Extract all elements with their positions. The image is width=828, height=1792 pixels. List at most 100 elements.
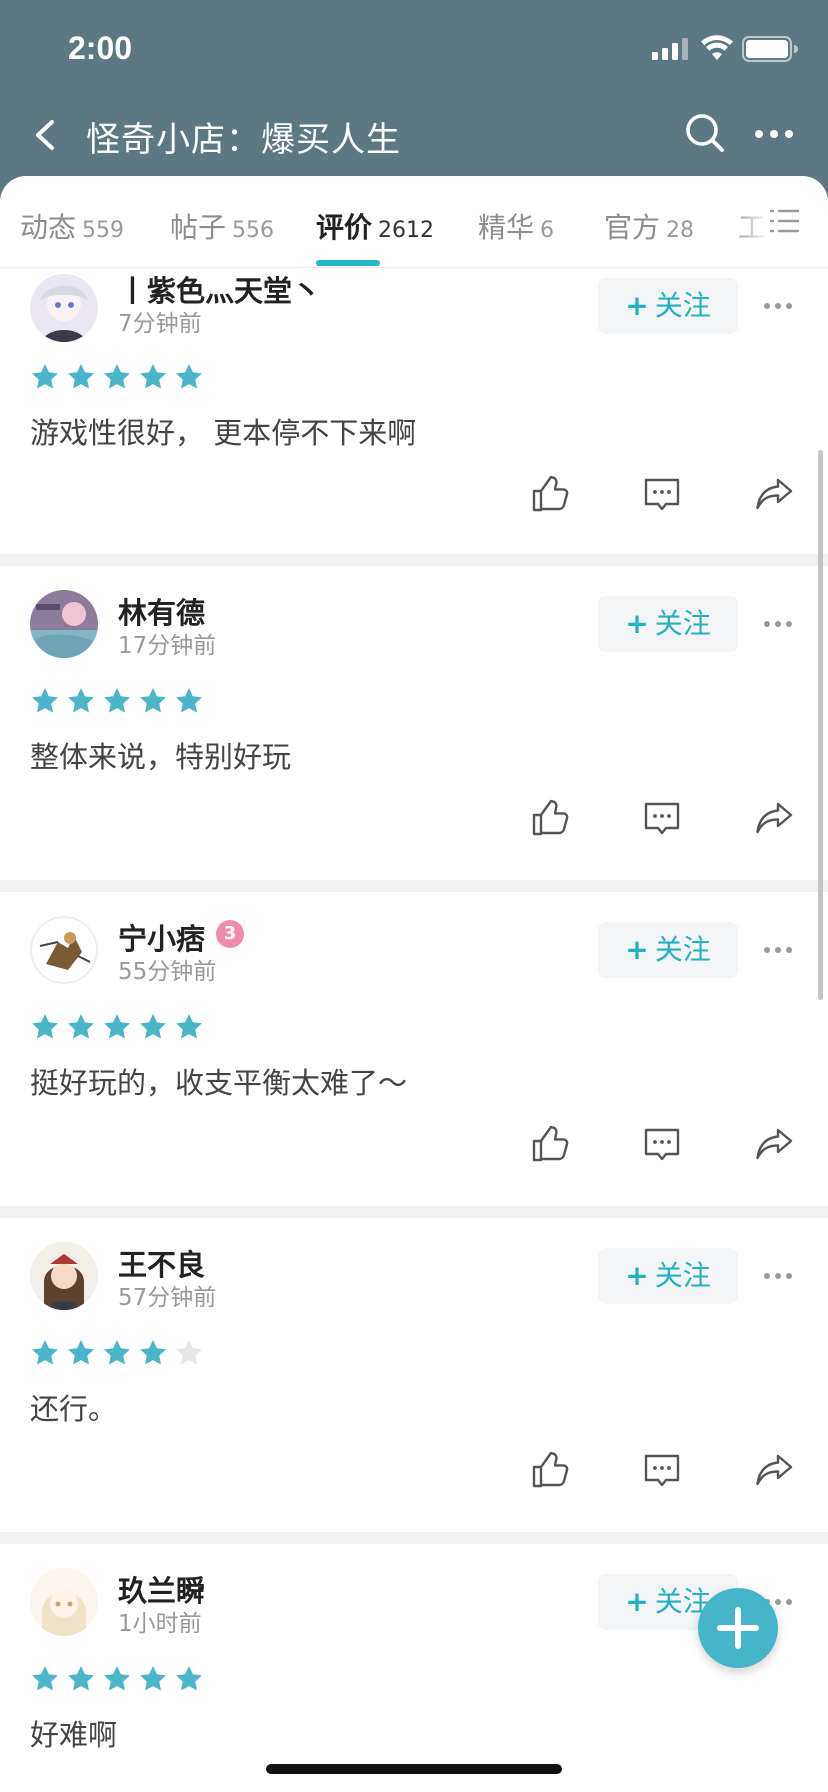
tab-label: 精华 bbox=[478, 211, 535, 244]
star-filled-icon bbox=[102, 1664, 132, 1694]
avatar[interactable] bbox=[30, 916, 98, 984]
wifi-icon bbox=[701, 35, 733, 60]
active-tab-indicator bbox=[316, 260, 380, 266]
plus-icon: + bbox=[625, 1585, 649, 1618]
tab-count: 2612 bbox=[378, 218, 435, 243]
star-filled-icon bbox=[102, 1012, 132, 1042]
review-text[interactable]: 好难啊 bbox=[30, 1712, 117, 1754]
status-time: 2:00 bbox=[68, 30, 133, 66]
tab-count: 28 bbox=[666, 218, 695, 243]
comment-icon[interactable] bbox=[640, 796, 684, 840]
follow-button[interactable]: + 关注 bbox=[598, 922, 738, 978]
star-filled-icon bbox=[138, 1664, 168, 1694]
star-filled-icon bbox=[30, 1012, 60, 1042]
level-badge: 3 bbox=[216, 920, 244, 948]
follow-label: 关注 bbox=[654, 289, 711, 322]
home-indicator bbox=[266, 1764, 562, 1774]
share-icon[interactable] bbox=[753, 472, 797, 516]
avatar[interactable] bbox=[30, 590, 98, 658]
star-filled-icon bbox=[66, 1664, 96, 1694]
star-rating bbox=[30, 1012, 210, 1042]
battery-icon bbox=[742, 36, 798, 62]
tab-reviews[interactable]: 评价 2612 bbox=[316, 206, 434, 246]
review-card: 玖兰瞬 1小时前 + 关注 好难啊 bbox=[0, 1544, 828, 1792]
more-icon[interactable] bbox=[762, 618, 794, 630]
star-filled-icon bbox=[66, 686, 96, 716]
plus-icon: + bbox=[625, 289, 649, 322]
star-rating bbox=[30, 686, 210, 716]
follow-label: 关注 bbox=[654, 933, 711, 966]
star-filled-icon bbox=[66, 1012, 96, 1042]
tab-featured[interactable]: 精华 6 bbox=[478, 206, 554, 246]
review-text[interactable]: 游戏性很好， 更本停不下来啊 bbox=[30, 410, 416, 452]
star-filled-icon bbox=[174, 362, 204, 392]
add-post-button[interactable] bbox=[698, 1588, 778, 1668]
comment-icon[interactable] bbox=[640, 1122, 684, 1166]
back-arrow-icon[interactable] bbox=[26, 110, 66, 160]
comment-icon[interactable] bbox=[640, 1448, 684, 1492]
list-menu-icon[interactable] bbox=[768, 206, 800, 236]
like-icon[interactable] bbox=[527, 1448, 571, 1492]
star-filled-icon bbox=[138, 1012, 168, 1042]
avatar[interactable] bbox=[30, 274, 98, 342]
review-card: 林有德 17分钟前 + 关注 整体来说，特别好玩 bbox=[0, 566, 828, 852]
page-title: 怪奇小店：爆买人生 bbox=[86, 120, 401, 160]
divider bbox=[0, 1206, 828, 1218]
review-card: 王不良 57分钟前 + 关注 还行。 bbox=[0, 1218, 828, 1504]
star-filled-icon bbox=[30, 1338, 60, 1368]
avatar[interactable] bbox=[30, 1242, 98, 1310]
share-icon[interactable] bbox=[753, 1122, 797, 1166]
divider bbox=[0, 554, 828, 566]
review-card: 宁小痞 3 55分钟前 + 关注 挺好玩的，收支平衡太难了～ bbox=[0, 892, 828, 1178]
tab-official[interactable]: 官方 28 bbox=[604, 206, 694, 246]
tab-count: 559 bbox=[82, 218, 125, 243]
tab-label: 官方 bbox=[604, 211, 661, 244]
tab-count: 6 bbox=[540, 218, 555, 243]
divider bbox=[0, 880, 828, 892]
share-icon[interactable] bbox=[753, 796, 797, 840]
tab-label: 动态 bbox=[20, 211, 77, 244]
review-text[interactable]: 挺好玩的，收支平衡太难了～ bbox=[30, 1060, 407, 1102]
tab-dynamic[interactable]: 动态 559 bbox=[20, 206, 124, 246]
post-time: 7分钟前 bbox=[118, 311, 202, 337]
avatar[interactable] bbox=[30, 1568, 98, 1636]
status-bar: 2:00 bbox=[0, 0, 828, 100]
star-filled-icon bbox=[30, 686, 60, 716]
comment-icon[interactable] bbox=[640, 472, 684, 516]
tab-label: 帖子 bbox=[170, 211, 227, 244]
review-feed[interactable]: 丨紫色灬天堂丶 7分钟前 + 关注 游戏性很好， 更本停不下来啊 林有德 17分钟… bbox=[0, 268, 828, 1792]
star-filled-icon bbox=[102, 362, 132, 392]
tab-posts[interactable]: 帖子 556 bbox=[170, 206, 274, 246]
plus-icon: + bbox=[625, 933, 649, 966]
star-filled-icon bbox=[174, 1012, 204, 1042]
like-icon[interactable] bbox=[527, 1122, 571, 1166]
star-filled-icon bbox=[174, 686, 204, 716]
star-filled-icon bbox=[30, 1664, 60, 1694]
like-icon[interactable] bbox=[527, 472, 571, 516]
tab-label: 评价 bbox=[316, 211, 373, 244]
search-icon[interactable] bbox=[682, 108, 728, 158]
follow-button[interactable]: + 关注 bbox=[598, 596, 738, 652]
more-icon[interactable] bbox=[762, 1270, 794, 1282]
plus-icon: + bbox=[625, 607, 649, 640]
post-time: 1小时前 bbox=[118, 1611, 202, 1637]
share-icon[interactable] bbox=[753, 1448, 797, 1492]
review-card: 丨紫色灬天堂丶 7分钟前 + 关注 游戏性很好， 更本停不下来啊 bbox=[0, 268, 828, 524]
star-filled-icon bbox=[138, 686, 168, 716]
like-icon[interactable] bbox=[527, 796, 571, 840]
more-options-icon[interactable] bbox=[752, 116, 796, 152]
star-filled-icon bbox=[138, 1338, 168, 1368]
follow-button[interactable]: + 关注 bbox=[598, 1248, 738, 1304]
star-filled-icon bbox=[102, 686, 132, 716]
star-rating bbox=[30, 362, 210, 392]
divider bbox=[0, 1532, 828, 1544]
review-text[interactable]: 还行。 bbox=[30, 1386, 117, 1428]
review-text[interactable]: 整体来说，特别好玩 bbox=[30, 734, 291, 776]
more-icon[interactable] bbox=[762, 944, 794, 956]
star-rating bbox=[30, 1338, 210, 1368]
tab-count: 556 bbox=[232, 218, 275, 243]
plus-icon: + bbox=[625, 1259, 649, 1292]
more-icon[interactable] bbox=[762, 300, 794, 312]
follow-button[interactable]: + 关注 bbox=[598, 278, 738, 334]
scrollbar[interactable] bbox=[818, 450, 823, 1000]
